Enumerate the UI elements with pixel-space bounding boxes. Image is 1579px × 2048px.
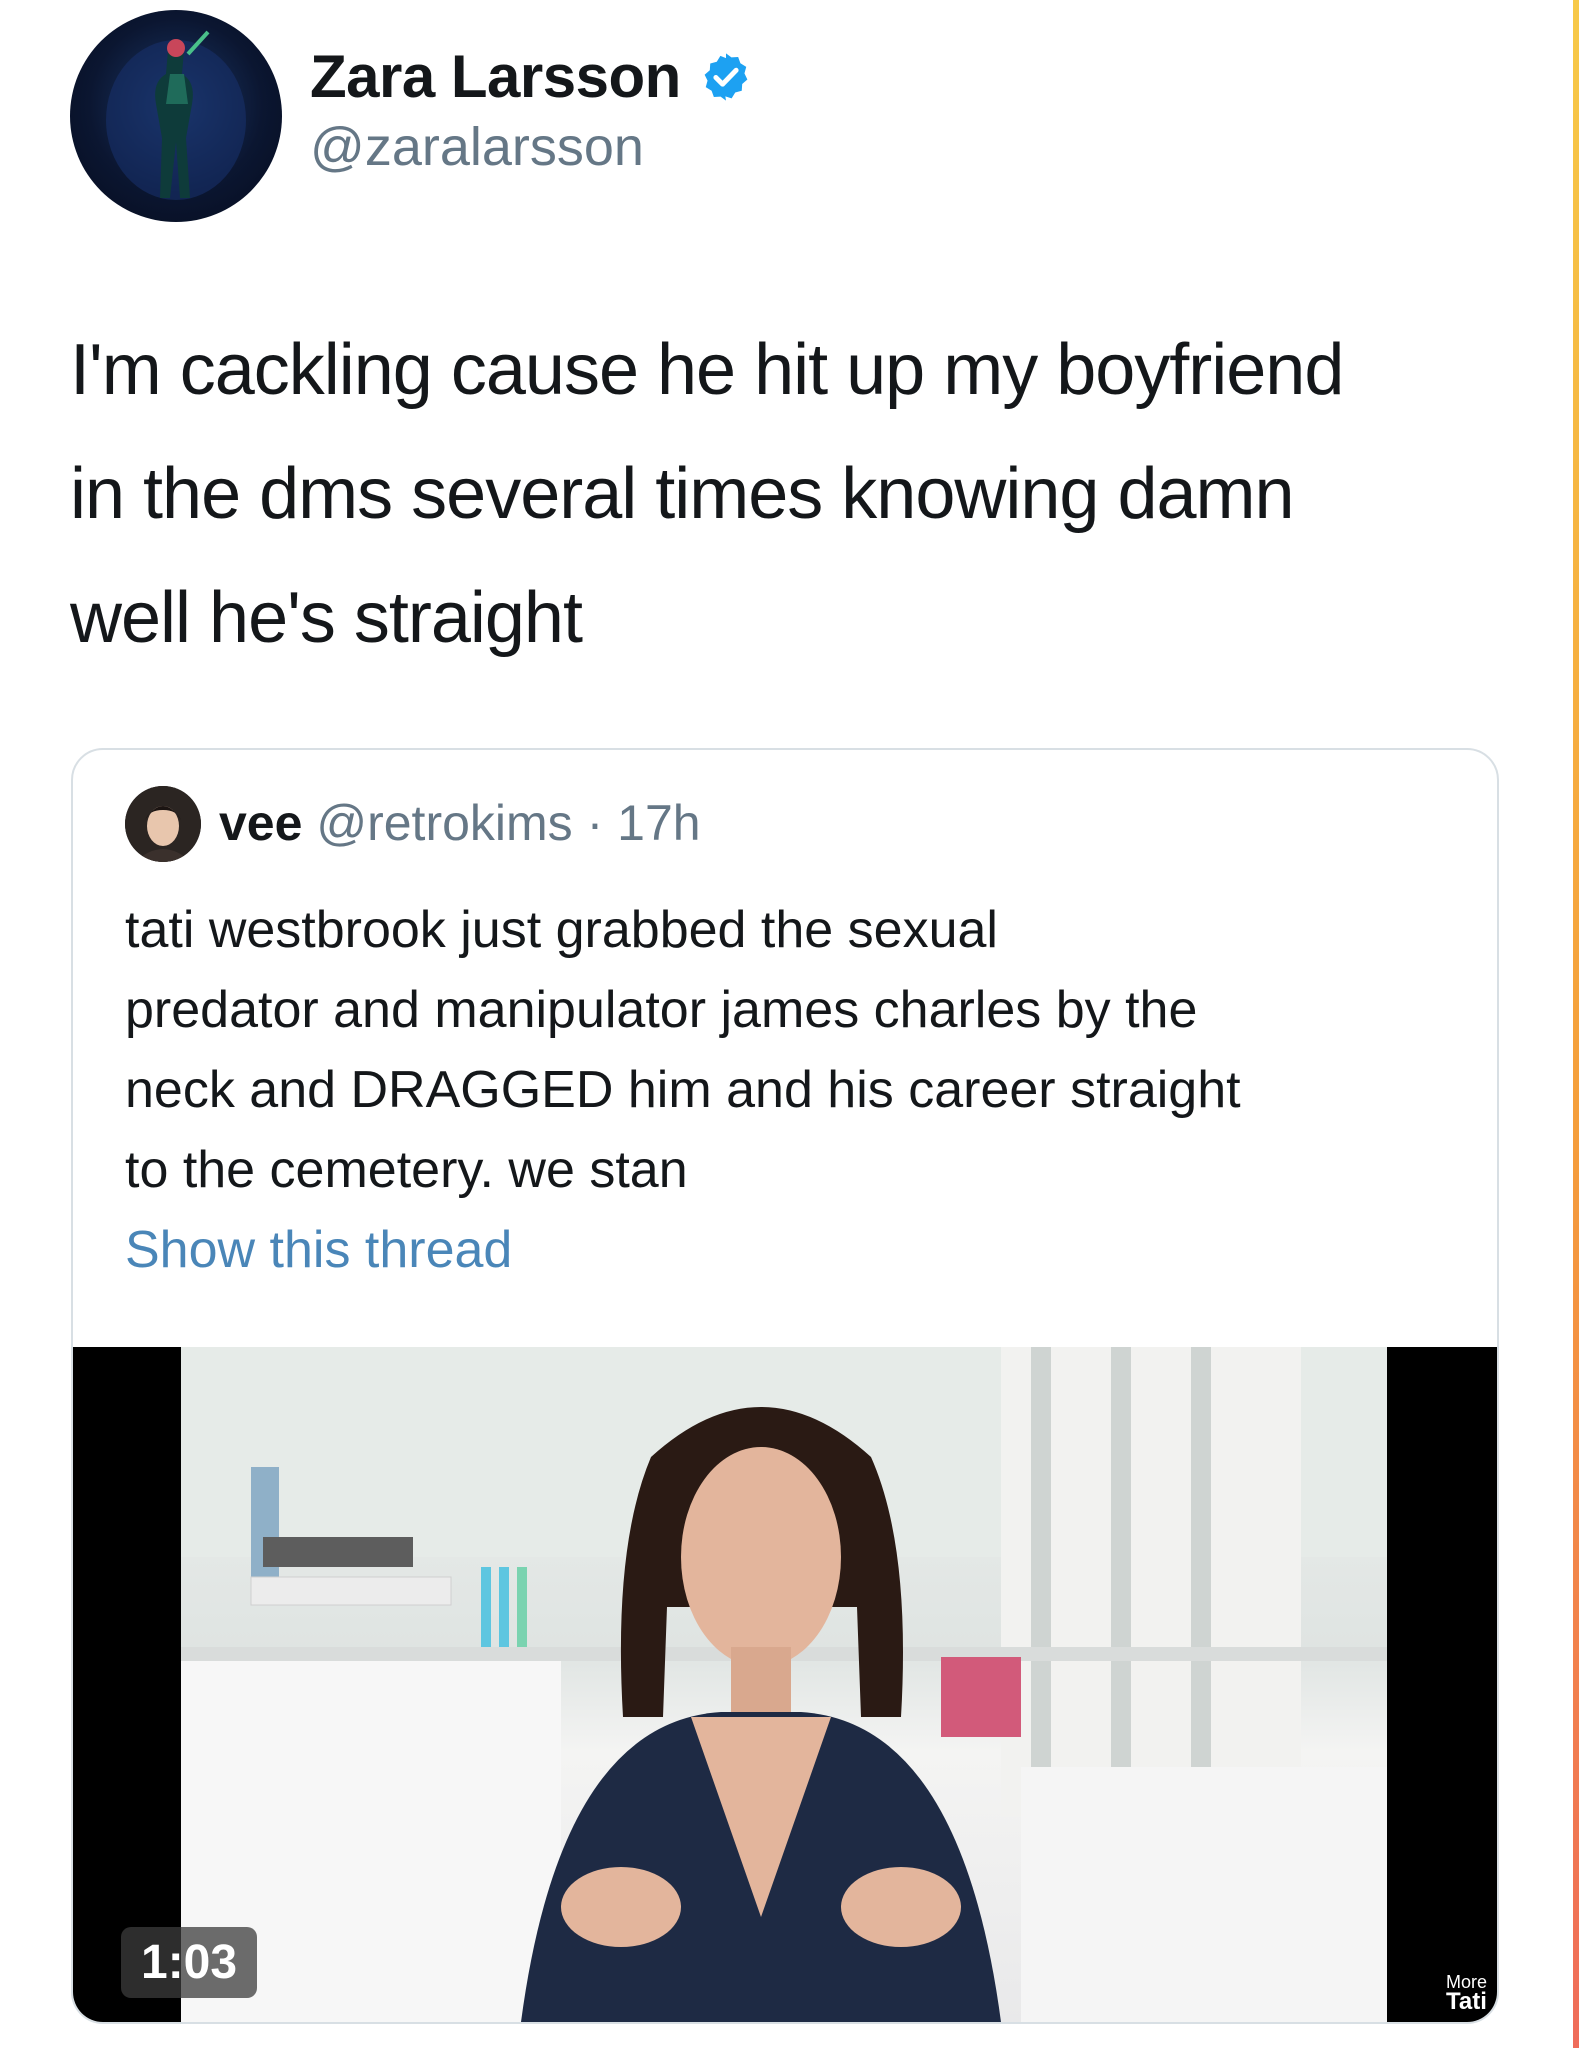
quoted-author-name[interactable]: vee (219, 795, 302, 851)
author-name-row: Zara Larsson (310, 42, 753, 111)
video-thumbnail (181, 1347, 1387, 2022)
quoted-author-avatar[interactable] (125, 786, 201, 862)
tweet-text: I'm cackling cause he hit up my boyfrien… (70, 330, 1344, 658)
quoted-tweet-card[interactable]: vee @retrokims · 17h tati westbrook just… (71, 748, 1499, 2024)
quoted-author-handle[interactable]: @retrokims (316, 795, 572, 851)
author-avatar[interactable] (70, 10, 282, 222)
overlay-label-bottom: Tati (1446, 1988, 1487, 2015)
video-duration-badge: 1:03 (121, 1927, 258, 1998)
right-edge-gradient (1573, 0, 1579, 2048)
quoted-timestamp[interactable]: 17h (617, 795, 700, 851)
author-display-name[interactable]: Zara Larsson (310, 42, 681, 111)
show-thread-link[interactable]: Show this thread (125, 1220, 512, 1280)
quoted-header: vee @retrokims · 17h (219, 794, 701, 852)
dot-separator: · (586, 795, 604, 851)
video-overlay-label: More Tati (1446, 1972, 1487, 2015)
quoted-tweet-text: tati westbrook just grabbed the sexual p… (125, 901, 1241, 1199)
video-player[interactable]: 1:03 More Tati (73, 1347, 1497, 2022)
author-handle[interactable]: @zaralarsson (310, 116, 644, 178)
verified-badge-icon (704, 52, 748, 101)
